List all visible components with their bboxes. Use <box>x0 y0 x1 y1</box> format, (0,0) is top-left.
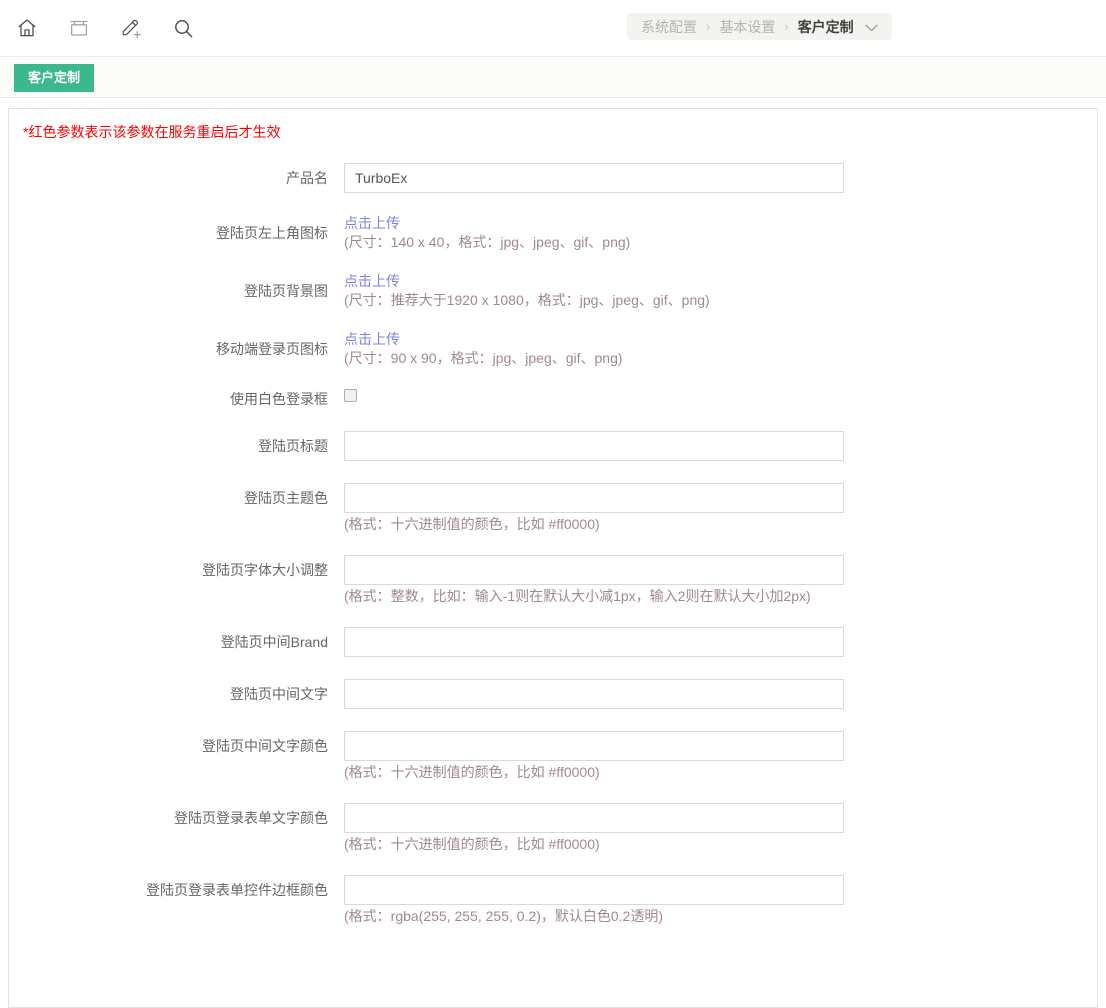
login-theme-color-input[interactable] <box>344 483 844 513</box>
form-row-login-top-left-icon: 登陆页左上角图标 点击上传 (尺寸：140 x 40，格式：jpg、jpeg、g… <box>15 215 1097 251</box>
form-row-login-theme-color: 登陆页主题色 (格式：十六进制值的颜色，比如 #ff0000) <box>15 483 1097 533</box>
form-row-login-background: 登陆页背景图 点击上传 (尺寸：推荐大于1920 x 1080，格式：jpg、j… <box>15 273 1097 309</box>
field-label: 登陆页中间文字 <box>15 679 344 709</box>
breadcrumb-separator: › <box>784 19 788 34</box>
breadcrumb-item-basic-settings[interactable]: 基本设置 <box>719 17 775 37</box>
field-label: 登陆页左上角图标 <box>15 223 344 243</box>
field-label: 登陆页字体大小调整 <box>15 555 344 585</box>
field-hint: (格式：十六进制值的颜色，比如 #ff0000) <box>344 836 844 853</box>
login-font-size-input[interactable] <box>344 555 844 585</box>
field-hint: (格式：十六进制值的颜色，比如 #ff0000) <box>344 764 844 781</box>
form-row-login-font-size: 登陆页字体大小调整 (格式：整数，比如：输入-1则在默认大小减1px，输入2则在… <box>15 555 1097 605</box>
form-row-mobile-login-icon: 移动端登录页图标 点击上传 (尺寸：90 x 90，格式：jpg、jpeg、gi… <box>15 331 1097 367</box>
customization-form: 产品名 登陆页左上角图标 点击上传 (尺寸：140 x 40，格式：jpg、jp… <box>15 163 1097 925</box>
form-row-login-title: 登陆页标题 <box>15 431 1097 461</box>
upload-link[interactable]: 点击上传 <box>344 273 710 290</box>
field-label: 移动端登录页图标 <box>15 339 344 359</box>
login-title-input[interactable] <box>344 431 844 461</box>
breadcrumb-item-system-config[interactable]: 系统配置 <box>641 17 697 37</box>
breadcrumb-item-customer-customization[interactable]: 客户定制 <box>798 17 854 37</box>
form-row-login-center-text-color: 登陆页中间文字颜色 (格式：十六进制值的颜色，比如 #ff0000) <box>15 731 1097 781</box>
product-name-input[interactable] <box>344 163 844 193</box>
restart-note: *红色参数表示该参数在服务重启后才生效 <box>23 125 1097 140</box>
login-center-text-input[interactable] <box>344 679 844 709</box>
form-row-login-form-text-color: 登陆页登录表单文字颜色 (格式：十六进制值的颜色，比如 #ff0000) <box>15 803 1097 853</box>
field-hint: (尺寸：140 x 40，格式：jpg、jpeg、gif、png) <box>344 234 630 251</box>
form-row-login-center-text: 登陆页中间文字 <box>15 679 1097 709</box>
field-hint: (格式：rgba(255, 255, 255, 0.2)，默认白色0.2透明) <box>344 908 844 925</box>
chevron-down-icon[interactable] <box>865 24 878 32</box>
upload-link[interactable]: 点击上传 <box>344 331 623 348</box>
field-label: 登陆页中间文字颜色 <box>15 731 344 761</box>
login-form-control-border-color-input[interactable] <box>344 875 844 905</box>
field-hint: (尺寸：推荐大于1920 x 1080，格式：jpg、jpeg、gif、png) <box>344 292 710 309</box>
form-row-white-login-box: 使用白色登录框 <box>15 389 1097 409</box>
white-login-box-checkbox[interactable] <box>344 389 357 402</box>
form-row-product-name: 产品名 <box>15 163 1097 193</box>
field-label: 使用白色登录框 <box>15 389 344 409</box>
field-label: 登陆页标题 <box>15 431 344 461</box>
breadcrumb-separator: › <box>706 19 710 34</box>
field-hint: (尺寸：90 x 90，格式：jpg、jpeg、gif、png) <box>344 350 623 367</box>
field-hint: (格式：十六进制值的颜色，比如 #ff0000) <box>344 516 844 533</box>
form-row-login-center-brand: 登陆页中间Brand <box>15 627 1097 657</box>
field-label: 登陆页中间Brand <box>15 627 344 657</box>
login-center-brand-input[interactable] <box>344 627 844 657</box>
upload-link[interactable]: 点击上传 <box>344 215 630 232</box>
topbar: 系统配置 › 基本设置 › 客户定制 <box>0 0 1106 57</box>
content-panel: *红色参数表示该参数在服务重启后才生效 产品名 登陆页左上角图标 点击上传 (尺… <box>8 108 1098 1008</box>
breadcrumb[interactable]: 系统配置 › 基本设置 › 客户定制 <box>627 13 892 40</box>
field-label: 登陆页主题色 <box>15 483 344 513</box>
field-label: 登陆页登录表单控件边框颜色 <box>15 875 344 905</box>
tab-strip: 客户定制 <box>0 57 1106 98</box>
field-label: 产品名 <box>15 163 344 193</box>
field-hint: (格式：整数，比如：输入-1则在默认大小减1px，输入2则在默认大小加2px) <box>344 588 844 605</box>
search-icon[interactable] <box>171 16 195 40</box>
toolbar-icons <box>15 16 195 40</box>
form-row-login-form-control-border-color: 登陆页登录表单控件边框颜色 (格式：rgba(255, 255, 255, 0.… <box>15 875 1097 925</box>
login-center-text-color-input[interactable] <box>344 731 844 761</box>
field-label: 登陆页登录表单文字颜色 <box>15 803 344 833</box>
home-icon[interactable] <box>15 16 39 40</box>
tab-customer-customization[interactable]: 客户定制 <box>14 64 94 92</box>
compose-icon[interactable] <box>119 16 143 40</box>
window-icon[interactable] <box>67 16 91 40</box>
field-label: 登陆页背景图 <box>15 281 344 301</box>
login-form-text-color-input[interactable] <box>344 803 844 833</box>
